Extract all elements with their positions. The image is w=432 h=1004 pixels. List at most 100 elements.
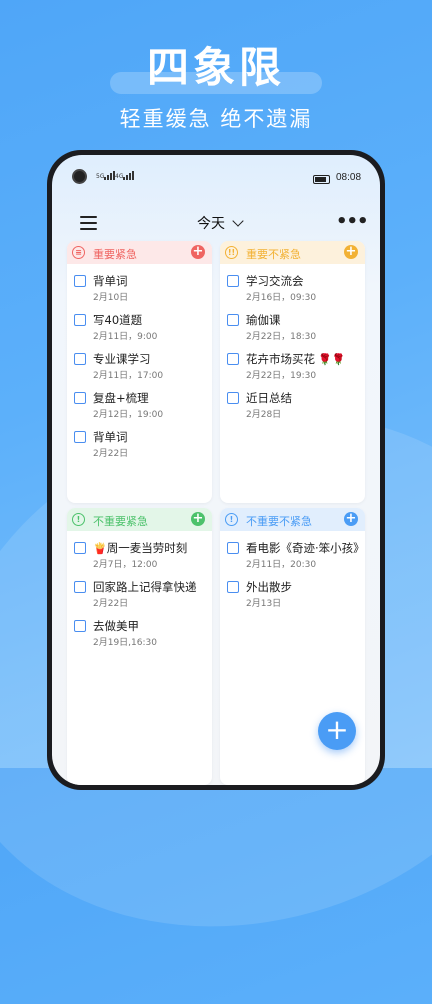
task-name: 周一麦当劳时刻 — [106, 541, 188, 555]
add-task-plus-icon[interactable]: + — [191, 245, 205, 259]
task-title: 背单词 — [93, 429, 128, 445]
task-date: 2月11日，17:00 — [93, 371, 164, 381]
quadrant-header: ≡ 重要紧急 + — [67, 241, 212, 264]
menu-icon[interactable] — [80, 216, 97, 230]
quadrant-label: 重要不紧急 — [246, 248, 301, 261]
hero-title: 四象限 — [146, 43, 285, 92]
quadrant-header: ! 不重要紧急 + — [67, 508, 212, 531]
status-time: 08:08 — [336, 172, 362, 183]
task-date: 2月22日，18:30 — [246, 332, 317, 342]
signal-label-1: 5G — [96, 173, 105, 180]
task-checkbox[interactable] — [74, 581, 86, 593]
task-checkbox[interactable] — [74, 392, 86, 404]
task-item[interactable]: 近日总结 2月28日 — [220, 384, 365, 423]
task-item[interactable]: 专业课学习 2月11日，17:00 — [67, 345, 212, 384]
task-title: 学习交流会 — [246, 273, 304, 289]
task-item[interactable]: 瑜伽课 2月22日，18:30 — [220, 306, 365, 345]
hero-subtitle: 轻重缓急 绝不遗漏 — [119, 107, 313, 131]
task-date: 2月28日 — [246, 410, 282, 420]
task-checkbox[interactable] — [74, 275, 86, 287]
battery-icon — [313, 175, 330, 184]
add-task-plus-icon[interactable]: + — [344, 245, 358, 259]
task-checkbox[interactable] — [227, 581, 239, 593]
quadrant-card-important-urgent: ≡ 重要紧急 + 背单词 2月10日写40道题 2月11日，9:00 专业课学习 2月11日，… — [67, 241, 212, 503]
signal-icon-2: 4G — [115, 171, 135, 180]
task-emoji: 🌹🌹 — [318, 353, 346, 366]
add-task-plus-icon[interactable]: + — [191, 512, 205, 526]
phone-screen: 5G 4G 08:08 今天 ••• ≡ 重要紧急 + 背单词 2月10日写40道题 2月… — [52, 155, 380, 785]
more-icon[interactable]: ••• — [336, 213, 369, 231]
task-date: 2月12日，19:00 — [93, 410, 164, 420]
phone-frame: 5G 4G 08:08 今天 ••• ≡ 重要紧急 + 背单词 2月10日写40道题 2月… — [47, 150, 385, 790]
task-item[interactable]: 复盘+梳理 2月12日，19:00 — [67, 384, 212, 423]
task-name: 学习交流会 — [246, 274, 304, 288]
task-date: 2月22日，19:30 — [246, 371, 317, 381]
task-emoji: 🍟 — [93, 542, 107, 555]
task-name: 背单词 — [93, 430, 128, 444]
task-date: 2月11日，20:30 — [246, 560, 317, 570]
task-checkbox[interactable] — [74, 431, 86, 443]
task-title: 花卉市场买花 🌹🌹 — [246, 351, 345, 367]
task-item[interactable]: 去做美甲 2月19日,16:30 — [67, 612, 212, 651]
task-checkbox[interactable] — [227, 353, 239, 365]
task-title: 看电影《奇迹·笨小孩》 — [246, 540, 365, 556]
task-date: 2月13日 — [246, 599, 282, 609]
quadrant-card-important-not-urgent: !! 重要不紧急 + 学习交流会 2月16日，09:30 瑜伽课 2月22日，18:30 花卉… — [220, 241, 365, 503]
task-checkbox[interactable] — [74, 314, 86, 326]
task-item[interactable]: 花卉市场买花 🌹🌹 2月22日，19:30 — [220, 345, 365, 384]
task-checkbox[interactable] — [227, 314, 239, 326]
task-item[interactable]: 回家路上记得拿快递 2月22日 — [67, 573, 212, 612]
task-checkbox[interactable] — [227, 392, 239, 404]
task-checkbox[interactable] — [74, 353, 86, 365]
task-title: 专业课学习 — [93, 351, 151, 367]
quadrant-card-not-important-urgent: ! 不重要紧急 + 🍟周一麦当劳时刻 2月7日，12:00 回家路上记得拿快递 2月22日去… — [67, 508, 212, 785]
task-checkbox[interactable] — [227, 275, 239, 287]
exclaim-icon: ! — [225, 513, 238, 526]
task-title: 背单词 — [93, 273, 128, 289]
task-list: 🍟周一麦当劳时刻 2月7日，12:00 回家路上记得拿快递 2月22日去做美甲 2月19… — [67, 531, 212, 651]
task-name: 去做美甲 — [93, 619, 139, 633]
task-name: 复盘+梳理 — [93, 391, 149, 405]
task-date: 2月7日，12:00 — [93, 560, 158, 570]
task-item[interactable]: 看电影《奇迹·笨小孩》 2月11日，20:30 — [220, 534, 365, 573]
signal-icon: 5G — [96, 171, 116, 180]
task-name: 背单词 — [93, 274, 128, 288]
calendar-icon: ≡ — [72, 246, 85, 259]
task-item[interactable]: 背单词 2月22日 — [67, 423, 212, 462]
toolbar-title: 今天 — [197, 216, 225, 232]
add-task-button[interactable]: + — [318, 712, 356, 750]
task-name: 写40道题 — [93, 313, 143, 327]
task-item[interactable]: 外出散步 2月13日 — [220, 573, 365, 612]
task-checkbox[interactable] — [74, 620, 86, 632]
task-title: 外出散步 — [246, 579, 292, 595]
task-date: 2月11日，9:00 — [93, 332, 158, 342]
task-date: 2月19日,16:30 — [93, 638, 157, 648]
task-name: 花卉市场买花 — [246, 352, 315, 366]
task-title: 回家路上记得拿快递 — [93, 579, 197, 595]
task-name: 近日总结 — [246, 391, 292, 405]
task-list: 学习交流会 2月16日，09:30 瑜伽课 2月22日，18:30 花卉市场买花 🌹🌹 2月… — [220, 264, 365, 423]
task-title: 🍟周一麦当劳时刻 — [93, 540, 187, 556]
task-date: 2月22日 — [93, 449, 129, 459]
task-item[interactable]: 写40道题 2月11日，9:00 — [67, 306, 212, 345]
task-name: 瑜伽课 — [246, 313, 281, 327]
quadrant-label: 不重要紧急 — [93, 515, 148, 528]
date-selector[interactable]: 今天 — [197, 213, 244, 233]
task-item[interactable]: 背单词 2月10日 — [67, 267, 212, 306]
task-title: 复盘+梳理 — [93, 390, 149, 406]
task-item[interactable]: 🍟周一麦当劳时刻 2月7日，12:00 — [67, 534, 212, 573]
task-name: 看电影《奇迹·笨小孩》 — [246, 541, 365, 555]
add-task-plus-icon[interactable]: + — [344, 512, 358, 526]
quadrant-label: 不重要不紧急 — [246, 515, 312, 528]
task-checkbox[interactable] — [227, 542, 239, 554]
camera-icon — [72, 169, 87, 184]
task-date: 2月16日，09:30 — [246, 293, 317, 303]
quadrant-label: 重要紧急 — [93, 248, 137, 261]
quadrant-header: !! 重要不紧急 + — [220, 241, 365, 264]
exclaim-icon: ! — [72, 513, 85, 526]
task-title: 瑜伽课 — [246, 312, 281, 328]
status-bar: 5G 4G 08:08 — [52, 155, 380, 195]
task-date: 2月10日 — [93, 293, 129, 303]
task-item[interactable]: 学习交流会 2月16日，09:30 — [220, 267, 365, 306]
task-checkbox[interactable] — [74, 542, 86, 554]
